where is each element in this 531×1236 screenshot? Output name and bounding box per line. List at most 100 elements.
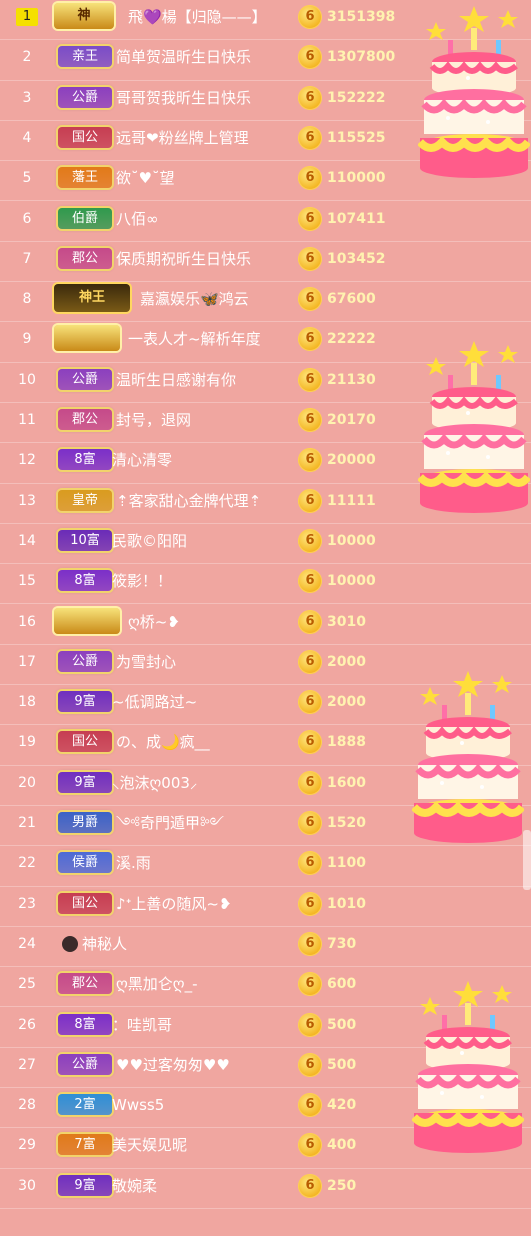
leaderboard-row[interactable]: 22 侯爵 溪.雨 6 1100: [0, 846, 531, 887]
contribution-score: 67600: [327, 291, 376, 308]
contribution-score: 600: [327, 976, 357, 993]
coin-icon: 6: [299, 86, 321, 109]
rank-badge: 郡公: [58, 247, 112, 269]
user-name[interactable]: ღ桥~❥: [128, 605, 180, 639]
leaderboard-row[interactable]: 30 9富 敬婉柔 6 250: [0, 1169, 531, 1209]
rank-number: 5: [22, 170, 32, 187]
coin-icon: 6: [299, 489, 321, 512]
user-name[interactable]: 温昕生日感谢有你: [116, 363, 236, 397]
contribution-score: 110000: [327, 170, 386, 187]
contribution-score: 10000: [327, 532, 376, 549]
user-name[interactable]: 清心清零: [112, 443, 172, 477]
coin-icon: 6: [299, 126, 321, 149]
coin-icon: 6: [299, 529, 321, 552]
user-name[interactable]: 哥哥贺我昕生日快乐: [116, 81, 251, 115]
user-name[interactable]: 一表人才~解析年度: [128, 322, 261, 356]
contribution-score: 1888: [327, 734, 366, 751]
contribution-score: 152222: [327, 89, 386, 106]
user-name[interactable]: 欲˘♥˘望: [116, 161, 174, 195]
leaderboard-row[interactable]: 16 ღ桥~❥ 6 3010: [0, 605, 531, 645]
coin-icon: 6: [299, 852, 321, 875]
rank-number: 22: [18, 855, 36, 872]
rank-number: 28: [18, 1097, 36, 1114]
user-name[interactable]: ⸜泡沫ღ003⸝: [112, 766, 197, 800]
scrollbar[interactable]: [523, 830, 531, 890]
rank-number: 15: [18, 573, 36, 590]
rank-number: 8: [22, 291, 32, 308]
contribution-score: 2000: [327, 694, 366, 711]
user-name[interactable]: 远哥❤粉丝牌上管理: [116, 121, 249, 155]
coin-icon: 6: [299, 1053, 321, 1076]
rank-badge: 公爵: [58, 1053, 112, 1075]
user-name[interactable]: の、成🌙疯__: [116, 725, 210, 759]
rank-number: 23: [18, 895, 36, 912]
rank-badge: 郡公: [58, 973, 112, 995]
contribution-score: 420: [327, 1097, 357, 1114]
coin-icon: 6: [299, 1094, 321, 1117]
user-name[interactable]: 敬婉柔: [112, 1169, 157, 1203]
coin-icon: 6: [299, 1134, 321, 1157]
rank-number: 6: [22, 210, 32, 227]
user-name[interactable]: ♪ᐩ上善の随风~❥: [116, 887, 232, 921]
user-name[interactable]: 保质期祝昕生日快乐: [116, 242, 251, 276]
rank-number: 7: [22, 250, 32, 267]
user-name[interactable]: 八佰∞: [116, 202, 159, 236]
rank-badge: 伯爵: [58, 207, 112, 229]
rank-badge: 国公: [58, 892, 112, 914]
leaderboard-row[interactable]: 6 伯爵 八佰∞ 6 107411: [0, 202, 531, 242]
user-name[interactable]: 嘉瀛娱乐🦋鸿云: [140, 282, 249, 316]
user-name[interactable]: ：哇凯哥: [112, 1008, 172, 1042]
coin-icon: 6: [299, 691, 321, 714]
user-name[interactable]: ⇡客家甜心金牌代理⇡: [116, 484, 261, 518]
rank-number: 30: [18, 1177, 36, 1194]
rank-badge: 藩王: [58, 167, 112, 189]
contribution-score: 1307800: [327, 49, 396, 66]
leaderboard-row[interactable]: 8 神王 嘉瀛娱乐🦋鸿云 6 67600: [0, 282, 531, 323]
coin-icon: 6: [299, 731, 321, 754]
rank-badge: 9富: [58, 771, 112, 793]
user-name[interactable]: 简单贺温昕生日快乐: [116, 40, 251, 74]
rank-number: 1: [16, 8, 38, 26]
rank-number: 12: [18, 452, 36, 469]
user-name[interactable]: 美天娱见昵: [112, 1128, 187, 1162]
contribution-score: 11111: [327, 492, 376, 509]
rank-badge: 9富: [58, 691, 112, 713]
coin-icon: 6: [299, 892, 321, 915]
user-name[interactable]: 民歌©阳阳: [112, 524, 187, 558]
leaderboard-row[interactable]: 15 8富 筱影！！ 6 10000: [0, 564, 531, 605]
coin-icon: 6: [299, 812, 321, 834]
contribution-score: 2000: [327, 653, 366, 670]
contribution-score: 115525: [327, 129, 386, 146]
user-name[interactable]: ~低调路过~: [112, 685, 197, 719]
rank-number: 18: [18, 694, 36, 711]
coin-icon: 6: [299, 207, 321, 230]
leaderboard-row[interactable]: 14 10富 民歌©阳阳 6 10000: [0, 524, 531, 565]
user-name[interactable]: 为雪封心: [116, 645, 176, 679]
coin-icon: 6: [299, 449, 321, 472]
rank-number: 16: [18, 613, 36, 630]
leaderboard-row[interactable]: 7 郡公 保质期祝昕生日快乐 6 103452: [0, 242, 531, 283]
leaderboard-row[interactable]: 23 国公 ♪ᐩ上善の随风~❥ 6 1010: [0, 887, 531, 927]
user-name[interactable]: ღ黑加仑ღ_-: [116, 967, 198, 1001]
user-name[interactable]: 筱影！！: [112, 564, 172, 598]
user-name[interactable]: 封号，退网: [116, 403, 191, 437]
contribution-score: 103452: [327, 250, 386, 267]
coin-icon: 6: [299, 1013, 321, 1036]
coin-icon: 6: [299, 650, 321, 673]
leaderboard-row[interactable]: 24 神秘人 6 730: [0, 927, 531, 968]
user-name[interactable]: ♥♥过客匆匆♥♥: [116, 1048, 230, 1082]
user-name[interactable]: 神秘人: [82, 927, 127, 961]
coin-icon: 6: [299, 570, 321, 593]
rank-number: 29: [18, 1137, 36, 1154]
user-name[interactable]: 溪.雨: [116, 846, 151, 880]
rank-badge: 7富: [58, 1134, 112, 1156]
user-name[interactable]: ༺奇門遁甲༻: [116, 806, 224, 840]
contribution-score: 22222: [327, 331, 376, 348]
rank-number: 25: [18, 976, 36, 993]
coin-icon: 6: [299, 288, 321, 311]
coin-icon: 6: [299, 973, 321, 996]
coin-icon: 6: [299, 409, 321, 431]
user-name[interactable]: 飛💜楊【归隐——】: [128, 0, 267, 34]
rank-number: 17: [18, 653, 36, 670]
user-name[interactable]: Wwss5: [112, 1088, 164, 1122]
